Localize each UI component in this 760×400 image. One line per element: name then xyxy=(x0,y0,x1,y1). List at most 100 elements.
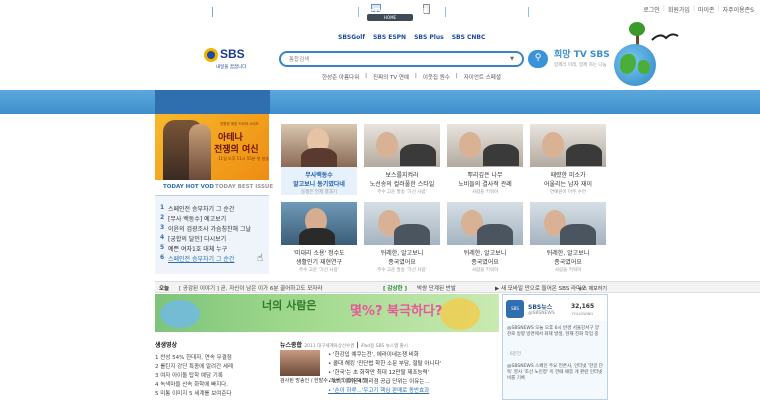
banner-decoration xyxy=(160,300,200,328)
quicklink[interactable]: 자이언트 스페셜 xyxy=(464,73,501,81)
video-thumbnail[interactable] xyxy=(281,202,357,245)
video-thumbnail[interactable] xyxy=(447,202,523,245)
video-card[interactable]: 뒤레한, 알고보니 종국였어요 사람을 키워야 xyxy=(447,202,523,273)
video-thumbnail[interactable] xyxy=(364,124,440,167)
list-item[interactable]: 1 찬성 54% 한대자, 연속 무결점 xyxy=(155,353,270,362)
signup-link[interactable]: 회원가입 xyxy=(668,5,690,14)
video-card[interactable]: '미대리 소용' 정수도 생활인기 재현연구 주수 고운 '가선 사람' xyxy=(281,202,357,273)
news-report-button[interactable]: 뉴스 제보하기 xyxy=(565,285,607,294)
home-tab[interactable]: HOME xyxy=(367,14,413,21)
banner-decoration xyxy=(440,298,480,330)
main-nav xyxy=(0,90,760,114)
quick-links: 한성준 아름다워 | 진짜의 TV 연예 | 이웃집 원수 | 자이언트 스페셜 xyxy=(322,73,501,81)
sbs-news-avatar[interactable]: SBS xyxy=(506,300,524,318)
nav-onair[interactable]: 온에어 xyxy=(170,7,189,17)
section-title: 생생영상 xyxy=(155,342,178,349)
brand-espn[interactable]: SBS ESPN xyxy=(373,34,406,41)
vod-tabs: TODAY HOT VOD TODAY BEST ISSUE xyxy=(155,180,273,196)
nav-left xyxy=(155,90,270,114)
brand-golf[interactable]: SBSGolf xyxy=(338,34,365,41)
banner-slogan: 몇%? 북극하다? xyxy=(350,304,443,319)
news-section: 뉴스종합 2011 대구세계육상선수권 | iPad용 SBS 뉴스앱 출시 •… xyxy=(280,342,442,395)
nav-music[interactable]: 뮤직 xyxy=(462,7,475,17)
list-item[interactable]: 3 이윤의 검광조사 가슴칭찬해 그날 xyxy=(160,224,270,234)
video-card[interactable]: 때렸한 미소가 어울리는 남자 재이 연예원이 아주 수안 xyxy=(530,124,606,195)
account-name[interactable]: SBS뉴스 xyxy=(528,302,552,311)
quicklink[interactable]: 이웃집 원수 xyxy=(423,73,450,81)
nav-schedule[interactable]: 편성표 xyxy=(222,7,241,17)
news-caption[interactable]: 검사된 방송인 / 한발수 '죄개리 법이 박진' xyxy=(280,378,368,385)
list-item[interactable]: 4 녹색마을 산속 화학에 빠지다. xyxy=(155,380,270,389)
brand-plus[interactable]: SBS Plus xyxy=(414,34,444,41)
list-item[interactable]: 2 [무사 백동수] 예고보기 xyxy=(160,214,270,224)
list-item[interactable]: 3 여자 아이돌 탑학 예담 기록 xyxy=(155,371,270,380)
news-item[interactable]: • '한국'는 초 화학만 최대 12만팔 제조능력' xyxy=(328,368,441,377)
list-item[interactable]: 4 [궁합의 달인] 다시보기 xyxy=(160,234,270,244)
nav-program-shortcut[interactable]: 프로그램 바로가기 xyxy=(555,7,609,17)
news-date[interactable]: 2011 대구세계육상선수권 xyxy=(304,344,354,349)
nav-radio[interactable]: 라디오 xyxy=(307,7,326,17)
tab-hot-vod[interactable]: TODAY HOT VOD xyxy=(163,184,214,190)
news-item[interactable]: • '한강입 예쿠는전', 에라이네논쟁 비화 xyxy=(328,350,441,359)
video-card[interactable]: 뿌리깊은 나무 노비들의 결사적 관례 사람을 키워야 xyxy=(447,124,523,195)
follower-count: 32,165 xyxy=(571,303,595,310)
video-card[interactable]: 보스를지켜라 노선송의 컬러풀한 스타일 주수 고운 발송 '가선 사람' xyxy=(364,124,440,195)
ticker-badge: [ 감상한 ] xyxy=(383,286,408,292)
video-thumbnail[interactable] xyxy=(530,124,606,167)
search-input[interactable]: 통합검색 ▼ xyxy=(279,51,524,67)
tab-best-issue[interactable]: TODAY BEST ISSUE xyxy=(215,184,273,190)
brand-cnbc[interactable]: SBS CNBC xyxy=(452,34,486,41)
news-item[interactable]: • 콜대 해킹 '진단법 학한 소문 부담, 절탈 아니다' xyxy=(328,359,441,368)
live-video-list: 생생영상 1 찬성 54% 한대자, 연속 무결점 2 롤틴지 강단 특종에 알… xyxy=(155,340,270,400)
login-link[interactable]: 로그인 xyxy=(643,5,660,14)
nav-vod[interactable]: VOD xyxy=(390,7,407,15)
tweet-time: · 6분전 xyxy=(507,352,522,357)
myzone-link[interactable]: 마이존 xyxy=(698,5,715,14)
tweet[interactable]: @SBSNEWS 스페인 주요 언론사, 인터넷 '한글 단독' 영사 '조선 … xyxy=(507,364,603,382)
logo-mark-icon xyxy=(204,48,218,62)
nav-content[interactable]: 콘텐 xyxy=(415,7,428,17)
video-card[interactable]: 뒤레한, 알고보니 종국였어요 사람을 키워야 xyxy=(530,202,606,273)
video-thumbnail[interactable] xyxy=(447,124,523,167)
news-sub[interactable]: iPad용 SBS 뉴스앱 출시 xyxy=(361,344,408,349)
account-handle: @SBSNEWS xyxy=(528,311,555,316)
list-item[interactable]: 5 미통 이미지 5 세계를 보여준다 xyxy=(155,389,270,398)
tweet[interactable]: @SBSNEWS 오늘 오후 6시 반경 서울강서구 양천로 방향 방면에서 화… xyxy=(507,326,603,338)
nav-game[interactable]: 게임 xyxy=(483,7,496,17)
nav-netv[interactable]: NeTV xyxy=(363,7,384,15)
search-icon: ⚲ xyxy=(534,53,542,63)
news-item[interactable]: • '손이 하루...'우고기 핵심 판매로 동반효과 xyxy=(328,386,441,395)
nav-news[interactable]: 뉴스 xyxy=(332,7,345,17)
sbs-logo[interactable]: SBS 내일을 꿈꿉니다 xyxy=(204,46,246,76)
news-thumbnail[interactable] xyxy=(280,350,320,376)
promo-subtitle: 전쟁의 여신 xyxy=(214,145,259,155)
video-thumbnail[interactable] xyxy=(281,124,357,167)
quicklink[interactable]: 진짜의 TV 연예 xyxy=(373,73,409,81)
news-ticker: 오늘 [ 공감된 이야기 ] 곧, 자신이 남은 이가 6분 끌어하고도 모자라… xyxy=(155,281,760,293)
hand-cursor-icon: ☝ xyxy=(257,253,264,264)
list-item[interactable]: 6 스페인전 승부차기 그 순간 xyxy=(160,254,270,264)
list-item[interactable]: 1 스페인전 승부차기 그 순간 xyxy=(160,204,270,214)
video-thumbnail[interactable] xyxy=(364,202,440,245)
tree-illustration xyxy=(627,22,647,46)
follower-label: FOLLOWING xyxy=(572,312,594,316)
search-button[interactable]: ⚲ xyxy=(528,50,548,68)
video-card[interactable]: 무사백동수 알고보니 동기였다네 동행은 언제 결과기 xyxy=(281,124,357,195)
hope-tv-promo[interactable]: 희망 TV SBS 함께라 미래, 함께 하는 나눔 xyxy=(554,47,614,68)
list-item[interactable]: 5 예쁜 여자1호 대체 누구 xyxy=(160,244,270,254)
chevron-down-icon[interactable]: ▼ xyxy=(510,56,514,62)
nav-tv[interactable]: TV xyxy=(288,7,298,15)
globe-illustration xyxy=(614,44,656,86)
quicklink[interactable]: 한성준 아름다워 xyxy=(322,73,359,81)
promo-tagline: 영원한 애정 드라마 시리즈 xyxy=(220,122,259,126)
favorites-link[interactable]: 자주이용존S xyxy=(723,5,754,14)
ticker-item[interactable]: [ 공감된 이야기 ] 곧, 자신이 남은 이가 6분 끌어하고도 모자라 xyxy=(179,284,322,292)
nav-movie[interactable]: 영화 xyxy=(502,7,515,17)
list-item[interactable]: 2 롤틴지 강단 특종에 알려간 세례 xyxy=(155,362,270,371)
ticker-label: 오늘 xyxy=(159,286,170,292)
promo-air-date: 11일 오후 11시 55분 첫 방송 xyxy=(218,156,270,161)
video-thumbnail[interactable] xyxy=(530,202,606,245)
video-card[interactable]: 뒤레한, 알고보니 종국였어요 주수 고운 발송 '가선 사람' xyxy=(364,202,440,273)
ticker-item[interactable]: 박쌍 단계된 반발 xyxy=(417,284,456,292)
banner-title: 너의 사람은 xyxy=(262,299,317,312)
